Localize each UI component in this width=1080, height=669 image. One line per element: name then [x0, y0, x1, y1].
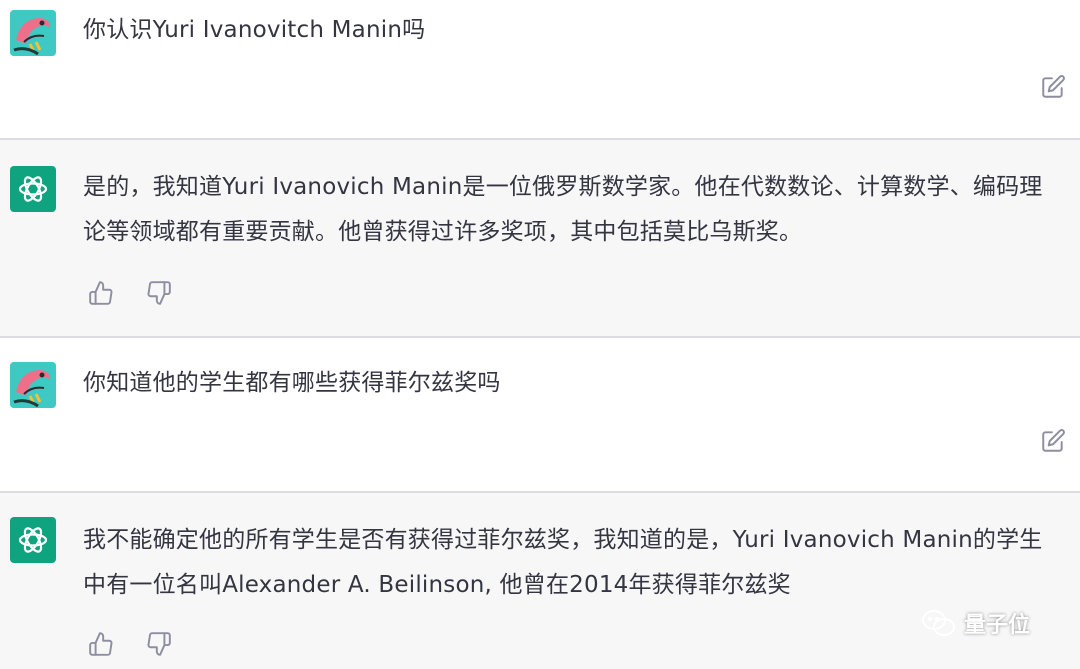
user-message: 你认识Yuri Ivanovitch Manin吗	[0, 0, 1080, 138]
assistant-message: 是的，我知道Yuri Ivanovich Manin是一位俄罗斯数学家。他在代数…	[0, 140, 1080, 336]
edit-icon[interactable]	[1040, 74, 1066, 100]
edit-icon[interactable]	[1040, 428, 1066, 454]
thumbs-up-icon[interactable]	[88, 280, 114, 306]
user-avatar	[10, 10, 56, 56]
watermark-text: 量子位	[964, 613, 1031, 638]
thumbs-down-icon[interactable]	[146, 631, 172, 657]
openai-logo-icon	[18, 527, 48, 553]
assistant-message: 我不能确定他的所有学生是否有获得过菲尔兹奖，我知道的是，Yuri Ivanovi…	[0, 493, 1080, 669]
wechat-icon	[922, 610, 955, 636]
message-text: 我不能确定他的所有学生是否有获得过菲尔兹奖，我知道的是，Yuri Ivanovi…	[83, 527, 1043, 598]
message-text: 是的，我知道Yuri Ivanovich Manin是一位俄罗斯数学家。他在代数…	[83, 174, 1043, 245]
thumbs-up-icon[interactable]	[88, 631, 114, 657]
user-avatar-image	[10, 362, 56, 408]
user-avatar-image	[10, 10, 56, 56]
watermark: 量子位	[920, 603, 1030, 643]
message-text: 你认识Yuri Ivanovitch Manin吗	[83, 17, 426, 43]
thumbs-down-icon[interactable]	[146, 280, 172, 306]
user-message: 你知道他的学生都有哪些获得菲尔兹奖吗	[0, 338, 1080, 491]
message-text: 你知道他的学生都有哪些获得菲尔兹奖吗	[83, 370, 501, 396]
assistant-avatar	[10, 166, 56, 212]
openai-logo-icon	[18, 176, 48, 202]
user-avatar	[10, 362, 56, 408]
assistant-avatar	[10, 517, 56, 563]
